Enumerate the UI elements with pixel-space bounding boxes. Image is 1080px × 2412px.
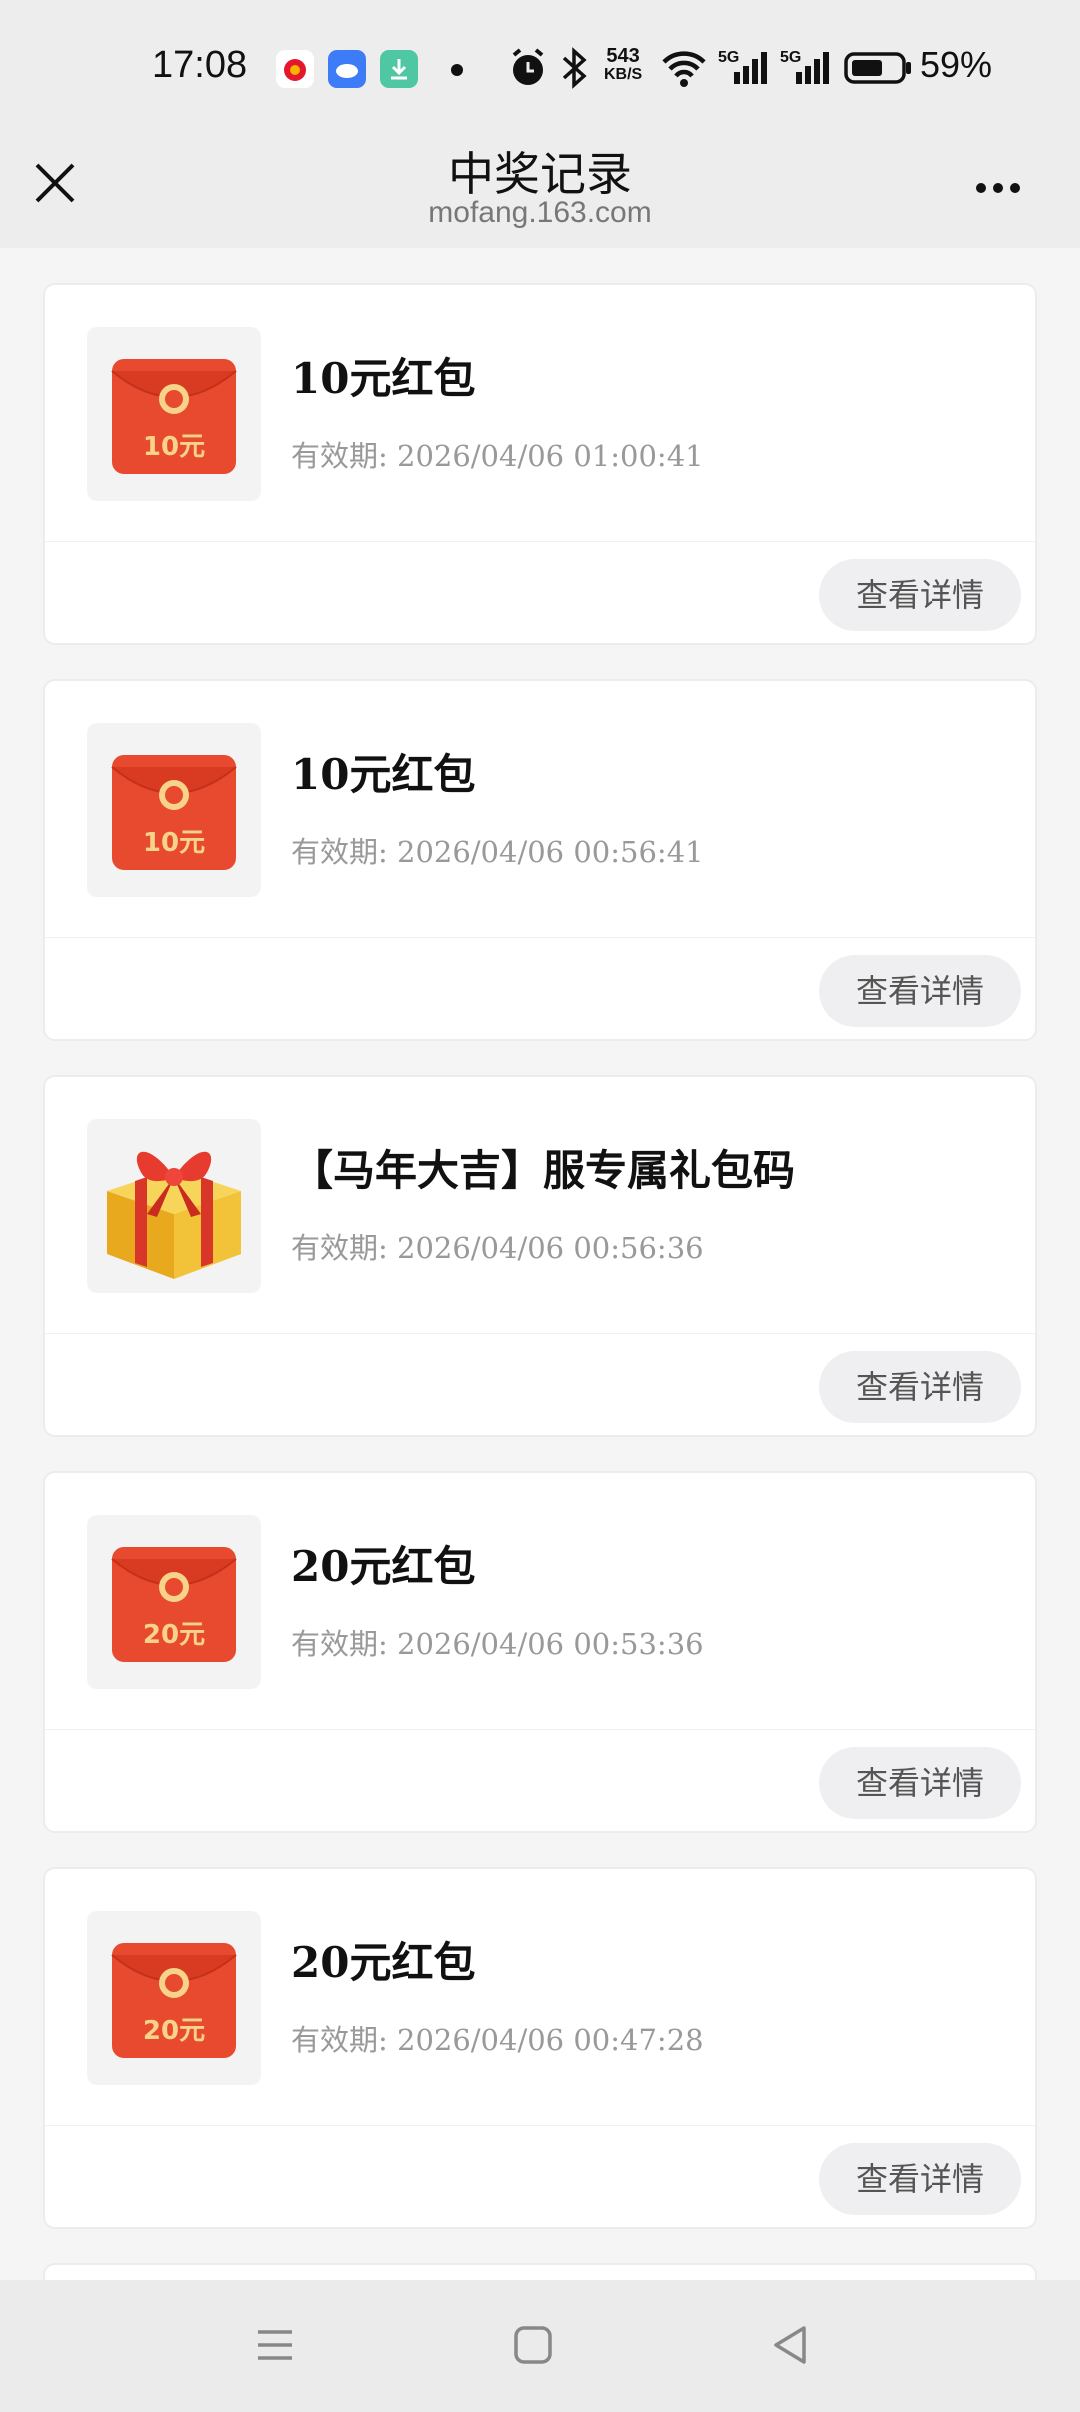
record-validity: 有效期: 2026/04/06 00:56:36 <box>291 1231 704 1265</box>
record-validity: 有效期: 2026/04/06 00:56:41 <box>291 835 704 869</box>
envelope-amount: 20元 <box>143 2016 205 2046</box>
battery-percent: 59% <box>920 44 993 85</box>
red-envelope-icon: 20元 <box>87 1911 261 2085</box>
wifi-icon <box>660 46 708 94</box>
notification-dot <box>451 64 463 76</box>
status-time: 17:08 <box>152 44 248 86</box>
record-title: 20元红包 <box>291 1542 476 1591</box>
view-details-button[interactable]: 查看详情 <box>819 559 1021 631</box>
record-validity: 有效期: 2026/04/06 00:53:36 <box>291 1627 704 1661</box>
net-speed-unit: KB/S <box>604 66 643 83</box>
home-nav-button[interactable] <box>508 2320 558 2370</box>
envelope-amount: 10元 <box>143 828 205 858</box>
divider <box>45 2125 1035 2126</box>
more-button[interactable] <box>976 178 1036 198</box>
alarm-icon <box>508 46 548 94</box>
red-envelope-icon: 10元 <box>87 723 261 897</box>
page-header: 中奖记录 mofang.163.com <box>0 138 1080 248</box>
envelope-amount: 20元 <box>143 1620 205 1650</box>
divider <box>45 937 1035 938</box>
divider <box>45 1729 1035 1730</box>
net-speed-value: 543 <box>606 45 640 67</box>
battery-icon <box>844 46 914 94</box>
svg-text:5G: 5G <box>718 49 739 66</box>
back-nav-button[interactable] <box>766 2320 816 2370</box>
system-nav-bar <box>0 2280 1080 2412</box>
divider <box>45 541 1035 542</box>
view-details-button[interactable]: 查看详情 <box>819 2143 1021 2215</box>
more-icon <box>976 183 986 193</box>
record-title: 10元红包 <box>291 354 476 403</box>
record-validity: 有效期: 2026/04/06 01:00:41 <box>291 439 704 473</box>
record-title: 10元红包 <box>291 750 476 799</box>
record-card: 20元 20元红包 有效期: 2026/04/06 00:47:28 查看详情 <box>43 1867 1037 2229</box>
net-speed: 543 KB/S <box>604 46 642 84</box>
view-details-button[interactable]: 查看详情 <box>819 1351 1021 1423</box>
page-title: 中奖记录 <box>448 147 632 201</box>
envelope-amount: 10元 <box>143 432 205 462</box>
record-validity: 有效期: 2026/04/06 00:47:28 <box>291 2023 704 2057</box>
record-card: 【马年大吉】服专属礼包码 有效期: 2026/04/06 00:56:36 查看… <box>43 1075 1037 1437</box>
record-title: 【马年大吉】服专属礼包码 <box>291 1146 796 1195</box>
menu-icon <box>258 2330 292 2360</box>
weibo-app-icon <box>276 50 314 88</box>
record-card: 10元 10元红包 有效期: 2026/04/06 01:00:41 查看详情 <box>43 283 1037 645</box>
red-envelope-icon: 10元 <box>87 327 261 501</box>
prize-record-list: 10元 10元红包 有效期: 2026/04/06 01:00:41 查看详情 … <box>43 283 1037 2303</box>
page-domain: mofang.163.com <box>428 196 652 229</box>
record-card: 10元 10元红包 有效期: 2026/04/06 00:56:41 查看详情 <box>43 679 1037 1041</box>
red-envelope-icon: 20元 <box>87 1515 261 1689</box>
5g-signal-icon: 5G <box>780 46 830 94</box>
menu-nav-button[interactable] <box>250 2320 300 2370</box>
download-app-icon <box>380 50 418 88</box>
record-title: 20元红包 <box>291 1938 476 1987</box>
gift-box-icon <box>87 1119 261 1293</box>
bluetooth-icon <box>556 46 592 94</box>
record-card: 20元 20元红包 有效期: 2026/04/06 00:53:36 查看详情 <box>43 1471 1037 1833</box>
svg-text:5G: 5G <box>780 49 801 66</box>
view-details-button[interactable]: 查看详情 <box>819 1747 1021 1819</box>
5g-signal-icon: 5G <box>718 46 768 94</box>
cloud-app-icon <box>328 50 366 88</box>
status-bar: 17:08 543 KB/S 5G 5G 59% <box>0 0 1080 138</box>
view-details-button[interactable]: 查看详情 <box>819 955 1021 1027</box>
home-square-icon <box>514 2326 552 2364</box>
back-triangle-icon <box>774 2326 806 2364</box>
divider <box>45 1333 1035 1334</box>
